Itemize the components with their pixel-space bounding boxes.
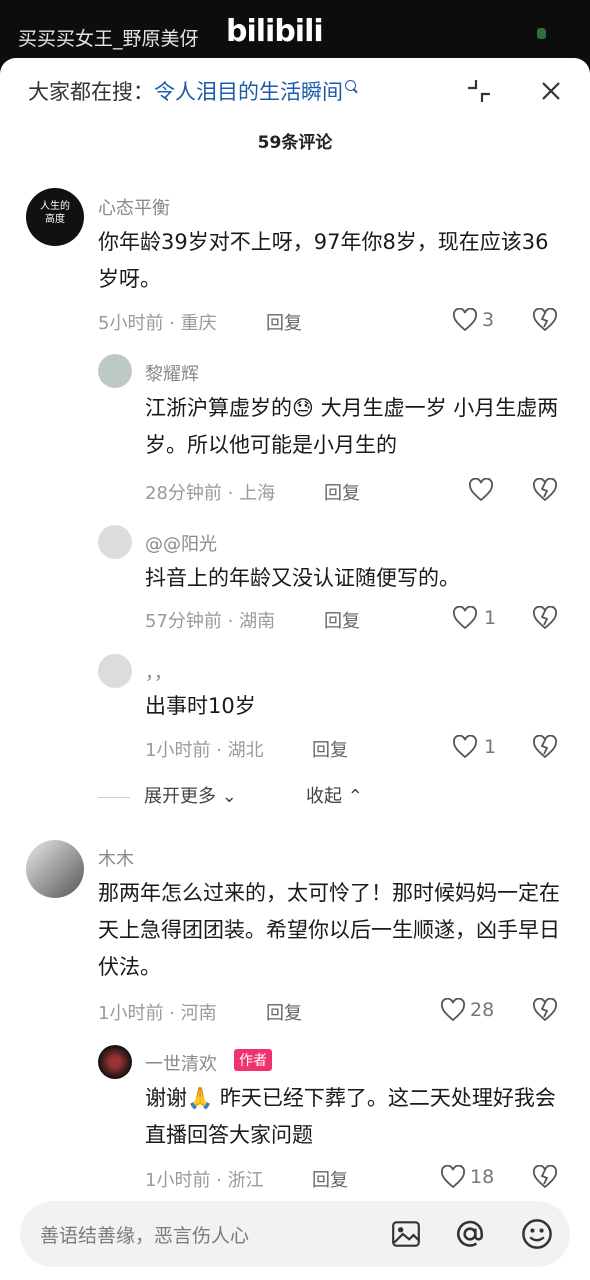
avatar[interactable]: [98, 525, 132, 559]
dislike-icon[interactable]: [532, 606, 558, 630]
chevron-up-icon: ⌃: [347, 786, 363, 807]
comment-author[interactable]: 一世清欢: [145, 1050, 217, 1076]
comment-time: 57分钟前: [145, 611, 222, 632]
mention-icon[interactable]: [454, 1218, 486, 1250]
comment-count: 59条评论: [257, 133, 333, 153]
reply-button[interactable]: 回复: [324, 607, 360, 633]
search-term[interactable]: 令人泪目的生活瞬间: [154, 80, 343, 104]
like-count: 1: [484, 607, 497, 629]
search-prefix: 大家都在搜：: [28, 80, 154, 104]
comment-location: 浙江: [227, 1170, 264, 1191]
search-suggestion[interactable]: 大家都在搜：令人泪目的生活瞬间: [28, 76, 356, 106]
comment-author[interactable]: 心态平衡: [98, 194, 170, 220]
video-title: 买买买女王_野原美伢: [18, 28, 199, 50]
like-icon[interactable]: [452, 308, 478, 332]
avatar[interactable]: [98, 654, 132, 688]
reply-button[interactable]: 回复: [324, 479, 360, 505]
dislike-icon[interactable]: [532, 1165, 558, 1189]
expand-more-label: 展开更多: [144, 786, 216, 807]
comment-input-placeholder: 善语结善缘，恶言伤人心: [40, 1225, 250, 1247]
like-count: 1: [484, 736, 497, 758]
reply-button[interactable]: 回复: [312, 1166, 348, 1192]
reply-button[interactable]: 回复: [266, 309, 302, 335]
comment-location: 湖南: [239, 611, 276, 632]
status-dot: [537, 28, 546, 39]
comment-time: 1小时前: [145, 1170, 211, 1191]
comment-meta: 1小时前 · 湖北: [145, 740, 264, 761]
comment-meta: 1小时前 · 河南: [98, 1003, 217, 1024]
comment-time: 28分钟前: [145, 483, 222, 504]
image-icon[interactable]: [390, 1218, 422, 1250]
dislike-icon[interactable]: [532, 998, 558, 1022]
comment-text: 谢谢🙏 昨天已经下葬了。这二天处理好我会直播回答大家问题: [145, 1086, 556, 1147]
reply-button[interactable]: 回复: [312, 736, 348, 762]
comment-time: 1小时前: [145, 740, 211, 761]
like-icon[interactable]: [452, 735, 478, 759]
emoji-icon[interactable]: [520, 1217, 554, 1251]
comment-author[interactable]: ，，: [145, 659, 172, 685]
author-badge: 作者: [234, 1049, 272, 1071]
chevron-down-icon: ⌄: [221, 786, 237, 807]
comment-location: 重庆: [180, 313, 217, 334]
comment-author[interactable]: 黎耀辉: [145, 360, 199, 386]
comment-input[interactable]: 善语结善缘，恶言伤人心: [20, 1201, 570, 1267]
close-icon[interactable]: [538, 78, 564, 104]
collapse-label: 收起: [306, 786, 342, 807]
expand-more-button[interactable]: 展开更多 ⌄: [144, 786, 237, 807]
divider: [98, 796, 130, 798]
comment-meta: 5小时前 · 重庆: [98, 313, 217, 334]
comment-location: 湖北: [227, 740, 264, 761]
dislike-icon[interactable]: [532, 308, 558, 332]
comment-meta: 57分钟前 · 湖南: [145, 611, 276, 632]
comment-text: 抖音上的年龄又没认证随便写的。: [145, 566, 460, 590]
expand-row: 展开更多 ⌄: [98, 782, 237, 808]
comment-text: 你年龄39岁对不上呀，97年你8岁，现在应该36岁呀。: [98, 230, 549, 291]
like-count: 28: [470, 999, 495, 1021]
reply-button[interactable]: 回复: [266, 999, 302, 1025]
comment-location: 上海: [239, 483, 276, 504]
dislike-icon[interactable]: [532, 735, 558, 759]
avatar[interactable]: 人生的高度: [26, 188, 84, 246]
avatar[interactable]: [98, 1045, 132, 1079]
like-icon[interactable]: [440, 998, 466, 1022]
collapse-button[interactable]: 收起 ⌃: [306, 782, 363, 808]
comment-sheet: 大家都在搜：令人泪目的生活瞬间 59条评论 人生的高度 心态平衡 你年龄39岁对…: [0, 58, 590, 1280]
avatar[interactable]: [98, 354, 132, 388]
comment-meta: 1小时前 · 浙江: [145, 1170, 264, 1191]
like-icon[interactable]: [440, 1165, 466, 1189]
comment-author[interactable]: @@阳光: [145, 530, 217, 556]
like-count: 3: [482, 309, 495, 331]
avatar-text: 人生的高度: [40, 201, 70, 225]
comment-author[interactable]: 木木: [98, 845, 134, 871]
comment-location: 河南: [180, 1003, 217, 1024]
comment-text: 那两年怎么过来的，太可怜了！那时候妈妈一定在天上急得团团装。希望你以后一生顺遂，…: [98, 881, 560, 979]
comment-text: 出事时10岁: [145, 694, 256, 718]
search-icon: [345, 80, 356, 91]
dislike-icon[interactable]: [532, 478, 558, 502]
collapse-icon[interactable]: [466, 78, 492, 104]
comment-time: 1小时前: [98, 1003, 164, 1024]
bilibili-logo: bilibili: [226, 14, 324, 49]
status-bar: 买买买女王_野原美伢 bilibili: [0, 0, 590, 58]
comment-text: 江浙沪算虚岁的😓 大月生虚一岁 小月生虚两岁。所以他可能是小月生的: [145, 396, 559, 457]
like-icon[interactable]: [452, 606, 478, 630]
like-count: 18: [470, 1166, 495, 1188]
like-icon[interactable]: [468, 478, 494, 502]
avatar[interactable]: [26, 840, 84, 898]
comment-meta: 28分钟前 · 上海: [145, 483, 276, 504]
comment-time: 5小时前: [98, 313, 164, 334]
